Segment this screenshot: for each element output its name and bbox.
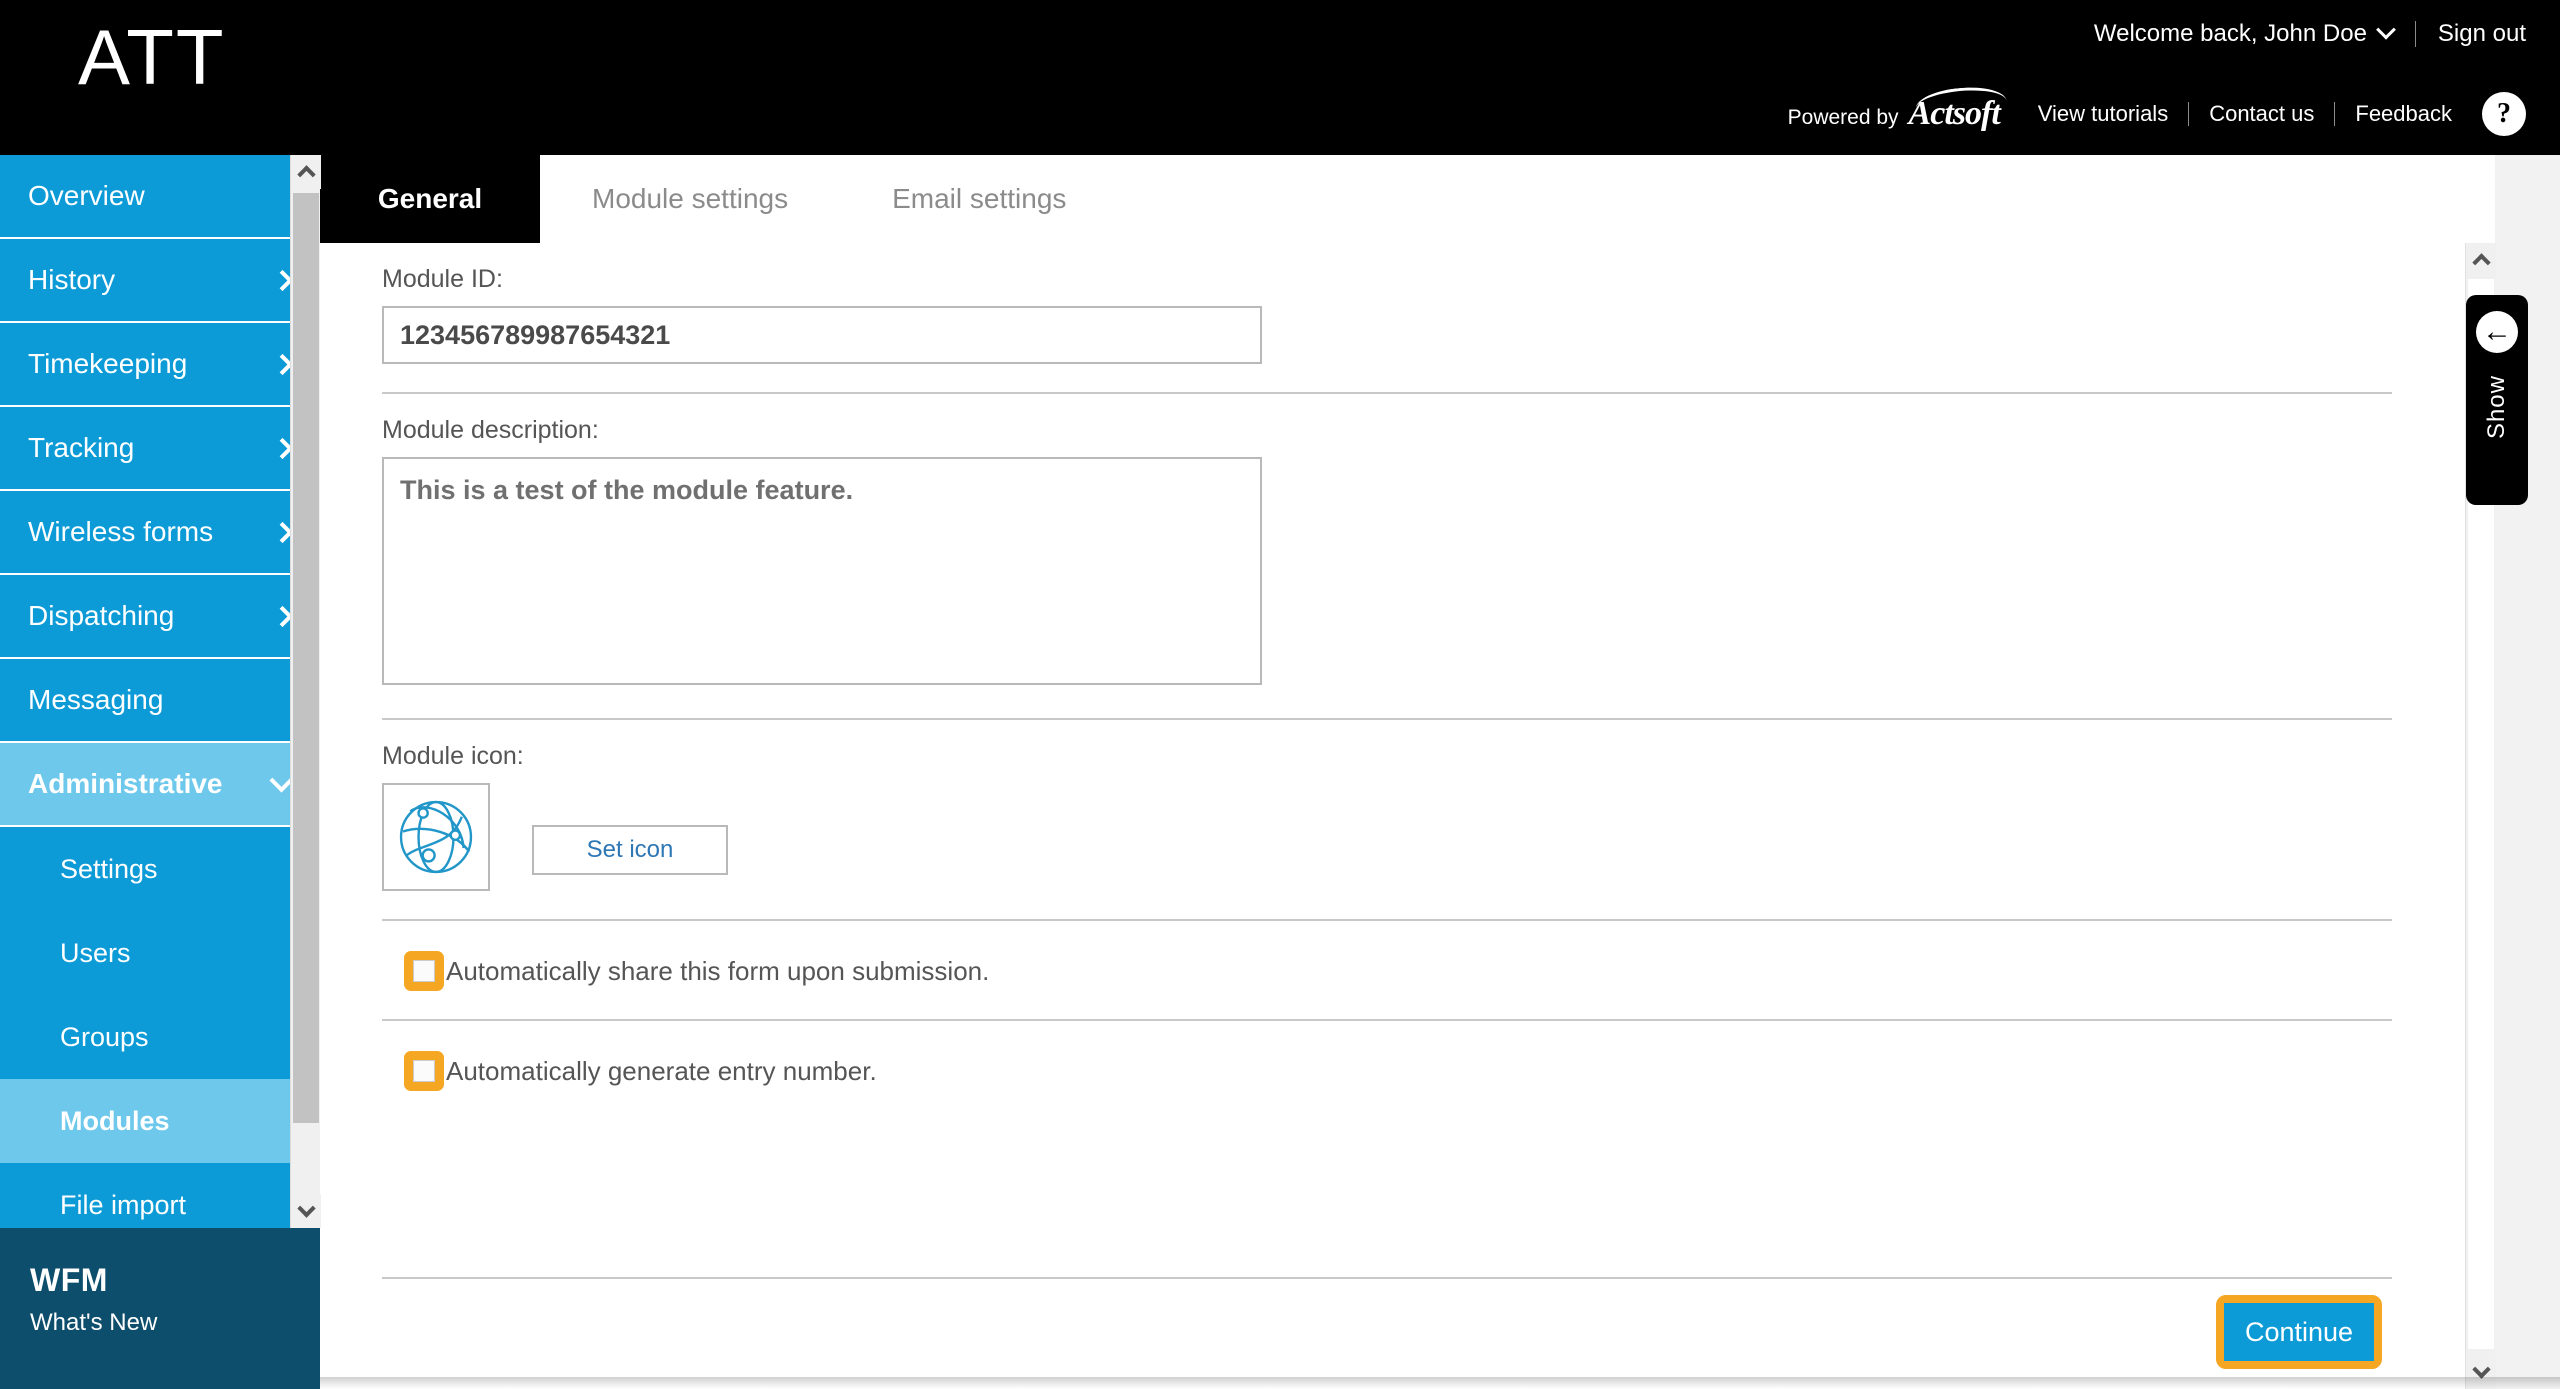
module-description-field-row: Module description: [382,394,2450,690]
sidebar-item-administrative[interactable]: Administrative [0,743,320,827]
help-icon[interactable]: ? [2482,92,2526,136]
sidebar-item-groups[interactable]: Groups [0,995,320,1079]
application-window: ATT Welcome back, John Doe Sign out Powe… [0,0,2560,1389]
sidebar-scrollbar[interactable] [290,155,321,1228]
sidebar-item-label: Timekeeping [28,348,188,379]
checkbox-row[interactable]: Automatically generate entry number. [382,1021,2450,1119]
sidebar-item-tracking[interactable]: Tracking [0,407,320,491]
checkbox-input[interactable] [413,1060,435,1082]
divider [2188,102,2190,126]
module-icon-label: Module icon: [382,742,524,770]
divider [2334,102,2336,126]
sidebar-scrollbar-thumb[interactable] [293,193,319,1123]
sidebar-scroll-up-button[interactable] [291,155,321,189]
set-icon-button[interactable]: Set icon [532,825,728,875]
tab-general[interactable]: General [320,155,540,243]
actsoft-logo: Actsoft [1908,95,2001,132]
sidebar-item-dispatching[interactable]: Dispatching [0,575,320,659]
powered-by-label: Powered by [1787,106,1899,129]
sidebar-item-label: Tracking [28,432,135,463]
sidebar-item-wireless-forms[interactable]: Wireless forms [0,491,320,575]
sidebar-item-label: File import [60,1189,187,1220]
show-panel-label: Show [2483,375,2510,440]
sidebar-item-label: Wireless forms [28,516,214,547]
form-fields: Module ID: Module description: Module ic… [320,243,2450,1119]
module-id-field-row: Module ID: [382,243,2450,364]
contact-us-link[interactable]: Contact us [2209,101,2314,127]
content-panel: General Module settings Email settings Mod… [320,155,2496,1389]
window-shadow [320,1377,2560,1389]
arrow-left-circle-icon[interactable]: ← [2476,311,2518,353]
welcome-label: Welcome back, John Doe [2093,20,2367,47]
module-id-label: Module ID: [382,265,503,293]
sidebar-item-label: Dispatching [28,600,175,631]
sidebar-item-label: Groups [60,1021,149,1052]
sidebar-scroll-down-button[interactable] [291,1194,321,1228]
sidebar-item-overview[interactable]: Overview [0,155,320,239]
module-icon-controls: Set icon [382,783,2450,891]
chevron-down-icon[interactable] [2376,19,2396,40]
checkbox-label: Automatically generate entry number. [446,1055,877,1086]
view-tutorials-link[interactable]: View tutorials [2038,101,2168,127]
sidebar-item-file-import[interactable]: File import [0,1163,320,1228]
sign-out-link[interactable]: Sign out [2438,20,2526,48]
wfm-title: WFM [30,1262,108,1298]
module-id-input[interactable] [382,306,1262,364]
show-panel-toggle[interactable]: ← Show [2466,295,2528,505]
sidebar-item-label: History [28,264,116,295]
divider [382,1277,2392,1279]
checkbox-label: Automatically share this form upon submi… [446,955,990,986]
checkbox-highlight [404,951,444,991]
sidebar-item-history[interactable]: History [0,239,320,323]
sidebar-item-label: Administrative [28,768,223,799]
sidebar-nav-list: Overview History Timekeeping Tracking Wirele… [0,155,320,1228]
checkbox-row[interactable]: Automatically share this form upon submi… [382,921,2450,1019]
general-tab-form: Module ID: Module description: Module ic… [320,243,2495,1389]
sidebar-item-label: Modules [60,1105,170,1136]
chevron-down-icon [2471,1360,2491,1379]
header-account-bar: Welcome back, John Doe Sign out [2093,19,2526,48]
wfm-subtitle: What's New [30,1309,158,1336]
checkbox-group: Automatically share this form upon submi… [382,921,2450,1119]
sidebar-item-messaging[interactable]: Messaging [0,659,320,743]
continue-button-highlight: Continue [2216,1295,2382,1369]
powered-by-actsoft: Powered by Actsoft [1787,95,2001,133]
att-logo: ATT [78,13,226,101]
checkbox-highlight [404,1051,444,1091]
globe-network-icon [399,800,473,874]
sidebar-item-label: Overview [28,180,145,211]
user-menu[interactable]: Welcome back, John Doe [2093,19,2396,48]
module-icon-field-row: Module icon: Set icon [382,720,2450,891]
tab-email-settings[interactable]: Email settings [840,155,1118,243]
tab-module-settings[interactable]: Module settings [540,155,840,243]
sidebar-item-modules[interactable]: Modules [0,1079,320,1163]
sidebar-item-label: Users [60,937,131,968]
divider [2414,21,2416,47]
chevron-up-icon [2471,253,2491,272]
checkbox-input[interactable] [413,960,435,982]
module-description-textarea[interactable] [382,457,1262,685]
chevron-up-icon [296,165,316,184]
top-header: ATT Welcome back, John Doe Sign out Powe… [0,0,2560,155]
form-footer: Continue [382,1277,2392,1389]
wfm-whats-new[interactable]: WFM What's New [0,1228,320,1389]
tab-bar: General Module settings Email settings [320,155,2495,243]
sidebar-item-timekeeping[interactable]: Timekeeping [0,323,320,407]
content-scroll-up-button[interactable] [2466,243,2496,277]
sidebar: Overview History Timekeeping Tracking Wirele… [0,155,321,1389]
sidebar-item-users[interactable]: Users [0,911,320,995]
chevron-down-icon [296,1199,316,1218]
sidebar-scroll-area: Overview History Timekeeping Tracking Wirele… [0,155,320,1228]
module-icon-preview[interactable] [382,783,490,891]
header-links-bar: Powered by Actsoft View tutorials Contac… [1788,92,2526,136]
sidebar-item-label: Messaging [28,684,164,715]
sidebar-item-label: Settings [60,853,158,884]
continue-button[interactable]: Continue [2224,1303,2374,1361]
module-description-label: Module description: [382,416,599,444]
sidebar-item-settings[interactable]: Settings [0,827,320,911]
feedback-link[interactable]: Feedback [2355,101,2452,127]
